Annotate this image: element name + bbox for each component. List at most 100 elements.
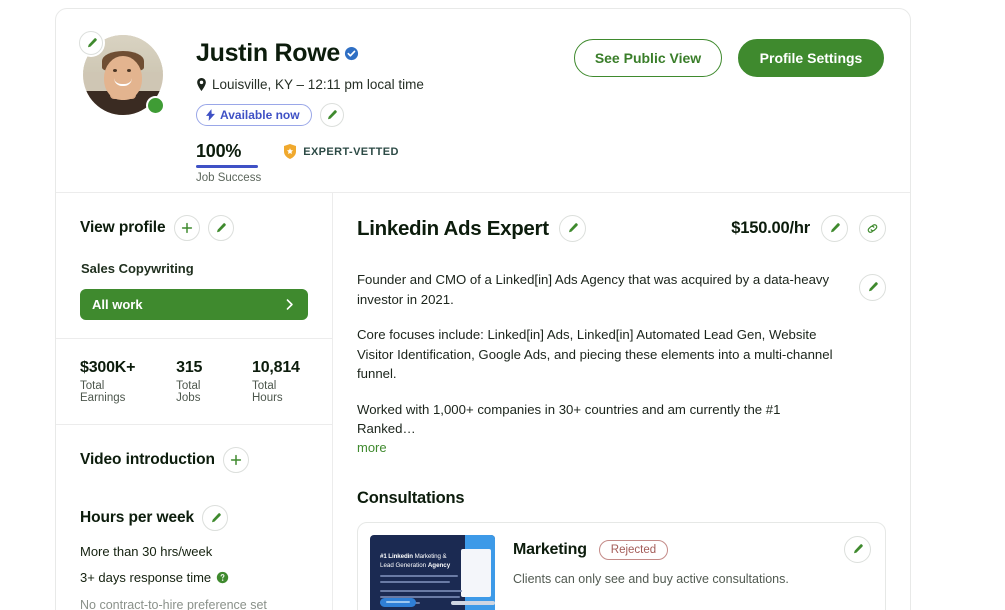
expert-vetted-badge: EXPERT-VETTED bbox=[283, 144, 399, 159]
hourly-rate: $150.00/hr bbox=[731, 219, 810, 238]
location-pin-icon bbox=[196, 78, 207, 91]
hours-per-week-title-row: Hours per week bbox=[80, 505, 308, 531]
profile-headline: Linkedin Ads Expert bbox=[357, 217, 549, 241]
pencil-icon bbox=[828, 222, 841, 235]
availability-row: Available now bbox=[196, 103, 882, 127]
edit-rate-button[interactable] bbox=[821, 215, 848, 242]
headline-row: Linkedin Ads Expert $150.00/hr bbox=[357, 215, 886, 242]
edit-headline-button[interactable] bbox=[559, 215, 586, 242]
pencil-icon bbox=[866, 281, 879, 294]
chevron-right-icon bbox=[283, 298, 296, 311]
plus-icon bbox=[180, 221, 194, 235]
availability-badge[interactable]: Available now bbox=[196, 104, 312, 126]
profile-body: View profile Sales Copywriting bbox=[56, 193, 910, 610]
view-profile-title-row: View profile bbox=[80, 215, 308, 241]
thumbnail-heading-line1: #1 Linkedin Marketing & bbox=[380, 553, 447, 560]
add-video-introduction-button[interactable] bbox=[223, 447, 249, 473]
availability-label: Available now bbox=[220, 108, 300, 122]
stat-total-jobs: 315 Total Jobs bbox=[176, 359, 226, 404]
hours-per-week-section: Hours per week More than 30 hrs/week 3+ … bbox=[56, 479, 332, 610]
rate-group: $150.00/hr bbox=[731, 215, 886, 242]
help-circle-icon[interactable] bbox=[216, 571, 229, 584]
stat-label: Total Hours bbox=[252, 380, 308, 404]
overview-more-link[interactable]: more bbox=[357, 440, 387, 455]
thumbnail-heading-rest: Marketing & bbox=[413, 553, 447, 560]
overview-paragraph-2: Core focuses include: Linked[in] Ads, Li… bbox=[357, 325, 838, 384]
bolt-icon bbox=[206, 109, 215, 121]
view-profile-section: View profile Sales Copywriting bbox=[56, 193, 332, 338]
consultation-title-row: Marketing Rejected bbox=[513, 540, 873, 560]
consultation-card[interactable]: #1 Linkedin Marketing & Lead Generation … bbox=[357, 522, 886, 610]
job-success-row: 100% Job Success EXPERT-VETTED bbox=[196, 141, 882, 184]
expert-vetted-label: EXPERT-VETTED bbox=[303, 146, 399, 158]
pencil-icon bbox=[566, 222, 579, 235]
stat-total-earnings: $300K+ Total Earnings bbox=[80, 359, 150, 404]
thumbnail-heading-line2-text: Lead Generation bbox=[380, 562, 428, 569]
location-row: Louisville, KY – 12:11 pm local time bbox=[196, 77, 882, 92]
view-profile-title: View profile bbox=[80, 219, 166, 237]
online-status-dot bbox=[148, 98, 163, 113]
stat-total-hours: 10,814 Total Hours bbox=[252, 359, 308, 404]
avatar-container bbox=[79, 31, 167, 119]
video-introduction-section: Video introduction bbox=[56, 425, 332, 479]
contract-to-hire-note: No contract-to-hire preference set bbox=[80, 598, 308, 610]
response-time-row: 3+ days response time bbox=[80, 570, 308, 585]
stats-row: $300K+ Total Earnings 315 Total Jobs 10,… bbox=[56, 339, 332, 424]
edit-hours-per-week-button[interactable] bbox=[202, 505, 228, 531]
copy-profile-link-button[interactable] bbox=[859, 215, 886, 242]
profile-page: Justin Rowe Louisville, KY – 12:11 pm lo… bbox=[0, 0, 1005, 610]
video-introduction-title-row: Video introduction bbox=[80, 447, 308, 473]
stat-label: Total Jobs bbox=[176, 380, 226, 404]
thumbnail-heading-strong: #1 Linkedin bbox=[380, 553, 413, 560]
profile-name: Justin Rowe bbox=[196, 39, 340, 68]
edit-overview-button[interactable] bbox=[859, 274, 886, 301]
pencil-icon bbox=[85, 37, 98, 50]
hours-value-text: More than 30 hrs/week bbox=[80, 544, 212, 559]
link-chain-icon bbox=[865, 221, 880, 236]
add-profile-button[interactable] bbox=[174, 215, 200, 241]
video-introduction-title: Video introduction bbox=[80, 451, 215, 469]
profile-settings-button[interactable]: Profile Settings bbox=[738, 39, 884, 77]
profile-header: Justin Rowe Louisville, KY – 12:11 pm lo… bbox=[56, 9, 910, 193]
status-badge: Rejected bbox=[599, 540, 668, 560]
freelancer-profile-card: Justin Rowe Louisville, KY – 12:11 pm lo… bbox=[55, 8, 911, 610]
stat-value: $300K+ bbox=[80, 359, 150, 377]
pencil-icon bbox=[214, 222, 227, 235]
overview-paragraph-3: Worked with 1,000+ companies in 30+ coun… bbox=[357, 400, 838, 439]
consultation-note: Clients can only see and buy active cons… bbox=[513, 572, 873, 586]
consultation-info: Marketing Rejected Clients can only see … bbox=[513, 535, 873, 610]
overview-paragraph-1: Founder and CMO of a Linked[in] Ads Agen… bbox=[357, 270, 838, 309]
plus-icon bbox=[229, 453, 243, 467]
location-text: Louisville, KY – 12:11 pm local time bbox=[212, 77, 424, 92]
edit-availability-button[interactable] bbox=[320, 103, 344, 127]
see-public-view-button[interactable]: See Public View bbox=[574, 39, 722, 77]
shield-badge-icon bbox=[283, 144, 297, 159]
sidebar-item-sales-copywriting[interactable]: Sales Copywriting bbox=[80, 261, 308, 276]
edit-profile-button[interactable] bbox=[208, 215, 234, 241]
consultation-title: Marketing bbox=[513, 541, 587, 559]
job-success-percent: 100% bbox=[196, 141, 261, 162]
thumbnail-heading-line2-strong: Agency bbox=[428, 562, 450, 569]
job-success-block: 100% Job Success bbox=[196, 141, 261, 184]
response-time-text: 3+ days response time bbox=[80, 570, 211, 585]
profile-main-column: Linkedin Ads Expert $150.00/hr bbox=[333, 193, 910, 610]
pencil-icon bbox=[851, 543, 864, 556]
header-actions: See Public View Profile Settings bbox=[574, 39, 884, 77]
job-success-label: Job Success bbox=[196, 172, 261, 184]
hours-per-week-title: Hours per week bbox=[80, 509, 194, 527]
job-success-bar bbox=[196, 165, 258, 168]
stat-value: 315 bbox=[176, 359, 226, 377]
overview-section: Founder and CMO of a Linked[in] Ads Agen… bbox=[357, 270, 886, 457]
edit-consultation-button[interactable] bbox=[844, 536, 871, 563]
hours-value: More than 30 hrs/week bbox=[80, 544, 308, 559]
sidebar-item-all-work[interactable]: All work bbox=[80, 289, 308, 320]
consultations-title: Consultations bbox=[357, 489, 886, 508]
pencil-icon bbox=[325, 109, 338, 122]
verified-check-icon bbox=[344, 46, 359, 61]
thumbnail-heading-line2: Lead Generation Agency bbox=[380, 562, 450, 569]
profile-sidebar: View profile Sales Copywriting bbox=[56, 193, 333, 610]
consultation-thumbnail: #1 Linkedin Marketing & Lead Generation … bbox=[370, 535, 495, 610]
stat-value: 10,814 bbox=[252, 359, 308, 377]
edit-avatar-button[interactable] bbox=[79, 31, 103, 55]
all-work-label: All work bbox=[92, 297, 143, 312]
